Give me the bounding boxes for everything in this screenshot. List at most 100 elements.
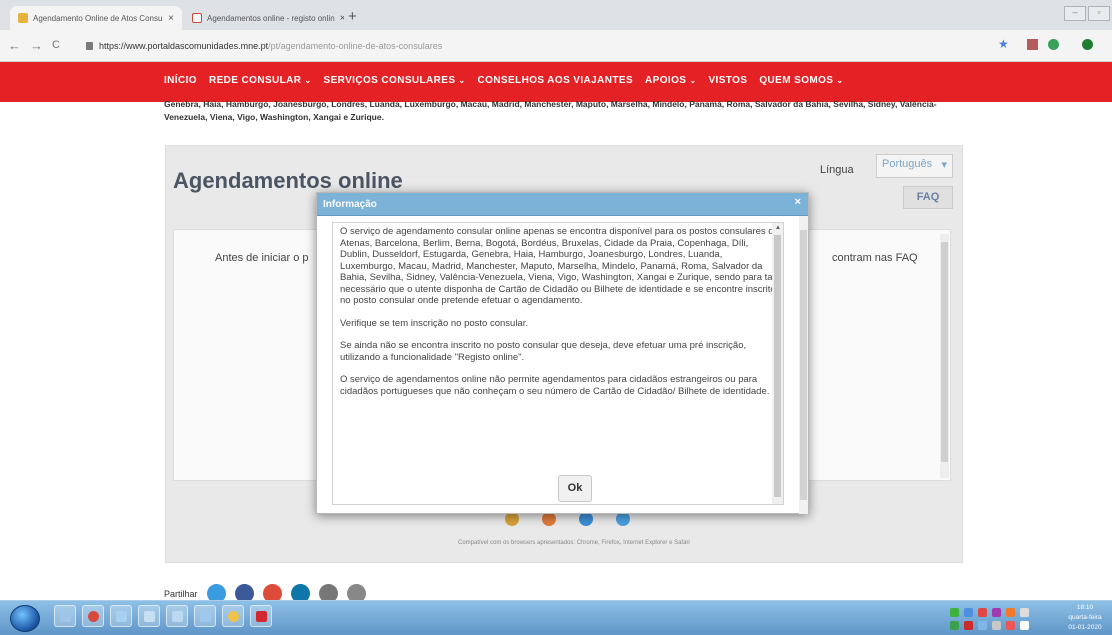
taskbar-app[interactable] bbox=[54, 605, 76, 627]
nav-inicio[interactable]: INÍCIO bbox=[164, 75, 197, 86]
nav-apoios[interactable]: APOIOS ⌄ bbox=[645, 75, 696, 86]
browser-toolbar: ← → C https://www.portaldascomunidades.m… bbox=[0, 30, 1112, 62]
chrome-icon bbox=[505, 512, 519, 526]
ok-button[interactable]: Ok bbox=[558, 475, 592, 502]
faq-button[interactable]: FAQ bbox=[903, 186, 953, 209]
back-button[interactable]: ← bbox=[8, 38, 21, 53]
media-icon bbox=[200, 611, 211, 622]
tab-gmail[interactable]: Agendamentos online - registo onlin × bbox=[184, 6, 344, 30]
page-title: Agendamentos online bbox=[173, 168, 403, 193]
nav-vistos[interactable]: VISTOS bbox=[708, 75, 747, 86]
taskbar: 18:10 quarta-feira 01-01-2020 bbox=[0, 600, 1112, 635]
tray-icon[interactable] bbox=[1020, 608, 1029, 617]
volume-icon[interactable] bbox=[992, 621, 1001, 630]
browsers-note: Compatível com os browsers apresentados:… bbox=[458, 540, 690, 546]
tab-agendamento[interactable]: Agendamento Online de Atos Consu × bbox=[10, 6, 182, 30]
minimize-button[interactable]: – bbox=[1064, 6, 1086, 21]
modal-paragraph: O serviço de agendamentos online não per… bbox=[340, 374, 770, 397]
content-text-left: Antes de iniciar o p bbox=[215, 252, 309, 264]
taskbar-app[interactable] bbox=[82, 605, 104, 627]
profile-icon[interactable] bbox=[1082, 39, 1093, 50]
language-value: Português bbox=[882, 158, 933, 170]
taskbar-app[interactable] bbox=[222, 605, 244, 627]
tab-close-icon[interactable]: × bbox=[340, 13, 344, 24]
tray-icon[interactable] bbox=[950, 608, 959, 617]
system-tray bbox=[948, 605, 1058, 633]
content-text-right: contram nas FAQ bbox=[832, 252, 918, 264]
tray-icon[interactable] bbox=[950, 621, 959, 630]
folder-icon bbox=[116, 611, 127, 622]
internet-explorer-icon bbox=[579, 512, 593, 526]
browser-icons bbox=[505, 512, 630, 526]
extension-icon[interactable] bbox=[1027, 39, 1038, 50]
taskbar-app[interactable] bbox=[166, 605, 188, 627]
nav-quem-somos[interactable]: QUEM SOMOS ⌄ bbox=[759, 75, 843, 86]
gmail-favicon-icon bbox=[192, 13, 202, 23]
forward-button[interactable]: → bbox=[30, 38, 43, 53]
language-select[interactable]: Português ▾ bbox=[876, 154, 953, 178]
site-navigation: INÍCIO REDE CONSULAR ⌄ SERVIÇOS CONSULARE… bbox=[0, 62, 1112, 102]
window-icon bbox=[144, 611, 155, 622]
maximize-button[interactable]: ▫ bbox=[1088, 6, 1110, 21]
taskbar-app[interactable] bbox=[138, 605, 160, 627]
scroll-thumb[interactable] bbox=[941, 242, 948, 462]
modal-paragraph: Se ainda não se encontra inscrito no pos… bbox=[340, 340, 747, 363]
safari-icon bbox=[616, 512, 630, 526]
nav-rede-consular[interactable]: REDE CONSULAR ⌄ bbox=[209, 75, 312, 86]
intro-text: Genebra, Haia, Hamburgo, Joanesburgo, Lo… bbox=[164, 99, 937, 122]
taskbar-app[interactable] bbox=[110, 605, 132, 627]
modal-scrollbar[interactable] bbox=[799, 216, 808, 514]
scroll-thumb[interactable] bbox=[774, 235, 781, 497]
taskbar-app[interactable] bbox=[194, 605, 216, 627]
chrome-icon bbox=[88, 611, 99, 622]
start-button[interactable] bbox=[10, 605, 40, 632]
content-scrollbar[interactable] bbox=[940, 234, 949, 478]
share-label: Partilhar bbox=[164, 588, 198, 599]
chevron-down-icon: ⌄ bbox=[689, 76, 697, 85]
flag-icon[interactable] bbox=[964, 621, 973, 630]
network-icon[interactable] bbox=[978, 621, 987, 630]
tray-icon[interactable] bbox=[1006, 608, 1015, 617]
tray-icon[interactable] bbox=[978, 608, 987, 617]
chevron-down-icon: ▾ bbox=[941, 159, 947, 171]
modal-paragraph: Verifique se tem inscrição no posto cons… bbox=[340, 317, 528, 329]
nav-servicos-consulares[interactable]: SERVIÇOS CONSULARES ⌄ bbox=[324, 75, 466, 86]
tab-close-icon[interactable]: × bbox=[168, 13, 174, 24]
tab-title: Agendamento Online de Atos Consu bbox=[33, 13, 163, 23]
modal-header: Informação × bbox=[317, 193, 808, 216]
nav-conselhos-viajantes[interactable]: CONSELHOS AOS VIAJANTES bbox=[478, 75, 634, 86]
taskbar-app[interactable] bbox=[250, 605, 272, 627]
extension-icon[interactable] bbox=[1048, 39, 1059, 50]
explorer-icon bbox=[60, 611, 71, 622]
clock-date: 01-01-2020 bbox=[1068, 624, 1102, 631]
tray-icon[interactable] bbox=[1020, 621, 1029, 630]
close-icon[interactable]: × bbox=[795, 196, 801, 208]
modal-text: O serviço de agendamento consular online… bbox=[340, 226, 780, 408]
language-label: Língua bbox=[820, 164, 854, 176]
firefox-icon bbox=[542, 512, 556, 526]
portal-favicon-icon bbox=[18, 13, 28, 23]
modal-body-scrollbar[interactable]: ▲ bbox=[772, 223, 783, 504]
info-modal: Informação × O serviço de agendamento co… bbox=[316, 192, 809, 514]
reload-button[interactable]: C bbox=[52, 39, 60, 51]
lock-icon bbox=[86, 42, 93, 50]
bookmark-star-icon[interactable]: ★ bbox=[998, 37, 1009, 51]
window-controls: – ▫ bbox=[1064, 6, 1110, 21]
modal-title: Informação bbox=[323, 199, 377, 210]
pdf-icon bbox=[256, 611, 267, 622]
tray-icon[interactable] bbox=[992, 608, 1001, 617]
url-path: /pt/agendamento-online-de-atos-consulare… bbox=[268, 41, 443, 51]
scroll-up-icon[interactable]: ▲ bbox=[775, 225, 781, 231]
clock-time: 18:10 bbox=[1076, 604, 1094, 611]
address-bar[interactable]: https://www.portaldascomunidades.mne.pt/… bbox=[86, 35, 991, 57]
modal-paragraph: O serviço de agendamento consular online… bbox=[340, 226, 779, 306]
url-host: https://www.portaldascomunidades.mne.pt bbox=[99, 41, 269, 51]
chevron-down-icon: ⌄ bbox=[304, 76, 312, 85]
new-tab-button[interactable]: + bbox=[348, 8, 357, 25]
tray-icon[interactable] bbox=[964, 608, 973, 617]
chrome-app-icon bbox=[228, 611, 239, 622]
clock[interactable]: 18:10 quarta-feira 01-01-2020 bbox=[1060, 603, 1110, 633]
tray-icon[interactable] bbox=[1006, 621, 1015, 630]
scroll-thumb[interactable] bbox=[800, 230, 807, 500]
modal-body: O serviço de agendamento consular online… bbox=[332, 222, 784, 505]
